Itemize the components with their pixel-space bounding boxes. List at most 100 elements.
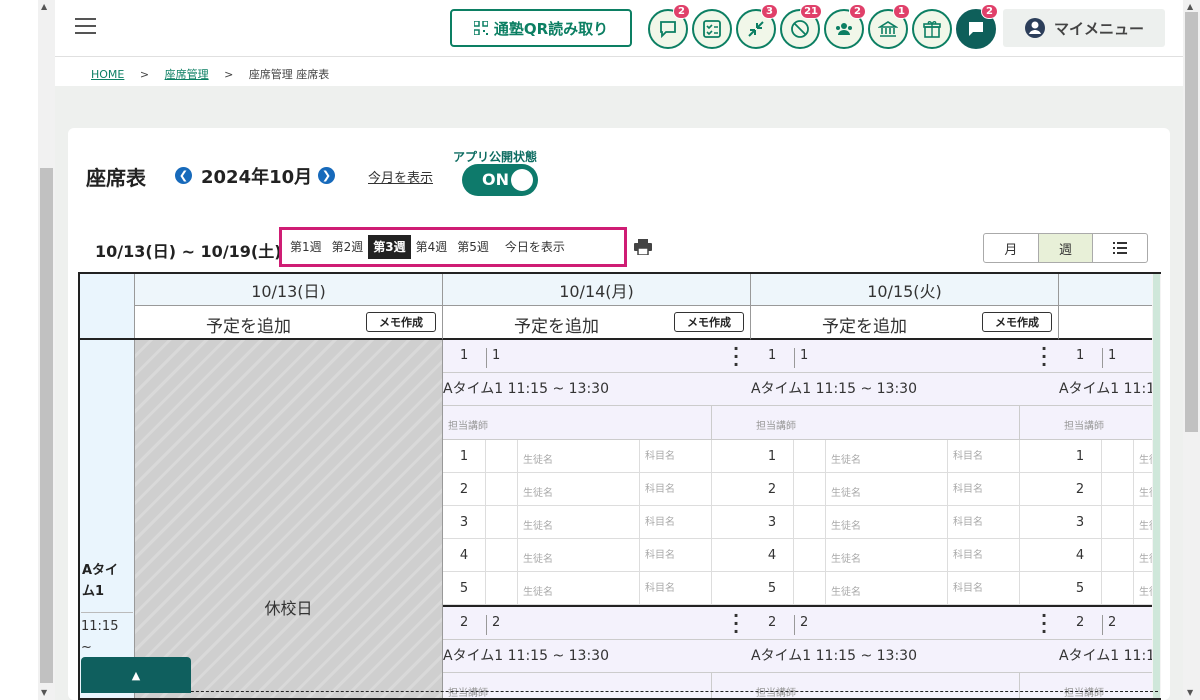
seat-number: 5 (751, 572, 794, 605)
compress-arrows-icon[interactable]: 3 (736, 4, 778, 49)
prev-month-icon[interactable]: ❮ (175, 167, 192, 184)
scroll-top-button[interactable]: ▲ (81, 657, 191, 693)
holiday-label: 休校日 (264, 599, 313, 618)
day-header: 10/15(火) (751, 274, 1059, 306)
my-menu-button[interactable]: マイメニュー (1003, 9, 1165, 47)
seat-group-name: 2 (794, 615, 808, 635)
breadcrumb-home[interactable]: HOME (91, 68, 124, 81)
this-month-link[interactable]: 今月を表示 (368, 167, 433, 186)
add-schedule-link[interactable]: 予定を追加 (711, 312, 1018, 337)
chat-badge: 2 (981, 4, 998, 19)
student-name-field[interactable]: 生徒名 (831, 484, 861, 499)
next-month-icon[interactable]: ❯ (318, 167, 335, 184)
message-icon[interactable]: 2 (648, 4, 690, 49)
week-4-button[interactable]: 第4週 (411, 235, 453, 259)
seat-group-number: 2 (1076, 615, 1085, 630)
teacher-placeholder: 担当講師 (756, 421, 796, 432)
seat-grid: Aタイム1 11:15 ~ 13:30 10/13(日) 10/14(月) 10… (78, 272, 1161, 700)
student-name-field[interactable]: 生徒名 (523, 517, 553, 532)
seat-group-number: 2 (460, 615, 469, 630)
student-name-field[interactable]: 生徒名 (523, 550, 553, 565)
week-5-button[interactable]: 第5週 (452, 235, 494, 259)
week-3-button[interactable]: 第3週 (368, 235, 411, 259)
teacher-row[interactable]: 担当講師 (751, 406, 1059, 440)
week-2-button[interactable]: 第2週 (327, 235, 369, 259)
student-name-field[interactable]: 生徒名 (831, 583, 861, 598)
student-name-field[interactable]: 生徒名 (523, 451, 553, 466)
day-header: 10/13(日) (135, 274, 443, 306)
publish-toggle[interactable]: ON (462, 164, 538, 196)
group-icon[interactable]: 2 (824, 4, 866, 49)
month-view-button[interactable]: 月 (984, 234, 1039, 262)
week-1-button[interactable]: 第1週 (285, 235, 327, 259)
subject-field[interactable]: 科目名 (639, 539, 675, 572)
teacher-placeholder: 担当講師 (448, 421, 488, 432)
list-view-button[interactable] (1093, 234, 1147, 262)
gift-icon[interactable] (912, 9, 952, 49)
subject-field[interactable]: 科目名 (947, 440, 983, 473)
student-row: 4生徒名科目名 (1059, 539, 1159, 572)
time-slot-row: Aタイム1 11:15 ~ 13:30 (443, 640, 751, 673)
student-name-field[interactable]: 生徒名 (831, 517, 861, 532)
seat-group-name: 1 (1102, 348, 1116, 368)
student-row: 3生徒名科目名 (1059, 506, 1159, 539)
more-vert-icon[interactable]: · · · (1041, 341, 1047, 373)
no-location-icon[interactable]: 21 (780, 4, 822, 49)
student-row: 2生徒名科目名 (1059, 473, 1159, 506)
student-row: 4生徒名科目名 (751, 539, 1059, 572)
day-header (1059, 274, 1159, 306)
seat-group-name: 1 (794, 348, 808, 368)
bank-icon[interactable]: 1 (868, 4, 910, 49)
subject-field[interactable]: 科目名 (947, 473, 983, 506)
subject-field[interactable]: 科目名 (947, 539, 983, 572)
subject-field[interactable]: 科目名 (947, 506, 983, 539)
subject-field[interactable]: 科目名 (639, 506, 675, 539)
student-name-field[interactable]: 生徒名 (831, 451, 861, 466)
my-menu-label: マイメニュー (1053, 19, 1144, 38)
add-schedule-link[interactable]: 予定を追加 (95, 312, 402, 337)
subject-field[interactable]: 科目名 (639, 572, 675, 605)
subject-field[interactable]: 科目名 (947, 572, 983, 605)
student-row: 5 生徒名 科目名 (751, 572, 1059, 605)
teacher-row[interactable]: 担当講師 (1059, 406, 1159, 440)
print-icon[interactable] (634, 239, 652, 255)
student-row: 1 生徒名 科目名 (443, 440, 751, 473)
seat-number: 5 (1059, 572, 1102, 605)
time-slot-row: Aタイム1 11:15 ~ 13:30 (751, 640, 1059, 673)
teacher-row[interactable]: 担当講師 (443, 406, 751, 440)
more-vert-icon[interactable]: · · · (733, 608, 739, 640)
seat-group-name: 1 (486, 348, 500, 368)
time-slot-row: Aタイム1 11:15 ~ 13:30 (751, 373, 1059, 406)
add-schedule-row: 予定を追加 メモ作成 (135, 306, 443, 340)
seat-group-header: 2 2 ··· (443, 607, 751, 640)
grid-scrollbar[interactable] (1152, 274, 1161, 698)
holiday-cell: 休校日 (135, 340, 443, 698)
page-scrollbar[interactable]: ▲ ▼ (1183, 0, 1200, 700)
week-view-button[interactable]: 週 (1038, 234, 1094, 262)
seat-number: 3 (443, 506, 486, 539)
time-slot-row: Aタイム1 11:15 ~ 13:30 (1059, 373, 1159, 406)
checklist-icon[interactable] (692, 9, 732, 49)
breadcrumb-seat-mgmt[interactable]: 座席管理 (165, 68, 209, 81)
left-scrollbar[interactable]: ▲ ▼ (0, 0, 55, 700)
subject-field[interactable]: 科目名 (639, 440, 675, 473)
view-switcher: 月 週 (983, 233, 1148, 263)
list-icon (1113, 242, 1128, 254)
seat-number: 2 (751, 473, 794, 506)
today-button[interactable]: 今日を表示 (500, 235, 570, 259)
more-vert-icon[interactable]: · · · (733, 341, 739, 373)
memo-create-button[interactable]: メモ作成 (982, 312, 1052, 332)
chat-icon[interactable]: 2 (956, 4, 998, 49)
subject-field[interactable]: 科目名 (639, 473, 675, 506)
time-slot-column: Aタイム1 11:15 ~ 13:30 (80, 274, 135, 698)
seat-group-number: 1 (768, 348, 777, 363)
student-name-field[interactable]: 生徒名 (523, 583, 553, 598)
student-name-field[interactable]: 生徒名 (831, 550, 861, 565)
more-vert-icon[interactable]: · · · (1041, 608, 1047, 640)
student-name-field[interactable]: 生徒名 (523, 484, 553, 499)
add-schedule-link[interactable]: 予定を追加 (403, 312, 710, 337)
week-selector: 第1週 第2週 第3週 第4週 第5週 今日を表示 (279, 227, 627, 267)
time-slot-label: Aタイム1 (82, 563, 119, 599)
hamburger-menu-icon[interactable] (75, 18, 96, 36)
qr-scan-button[interactable]: 通塾QR読み取り (450, 9, 632, 47)
